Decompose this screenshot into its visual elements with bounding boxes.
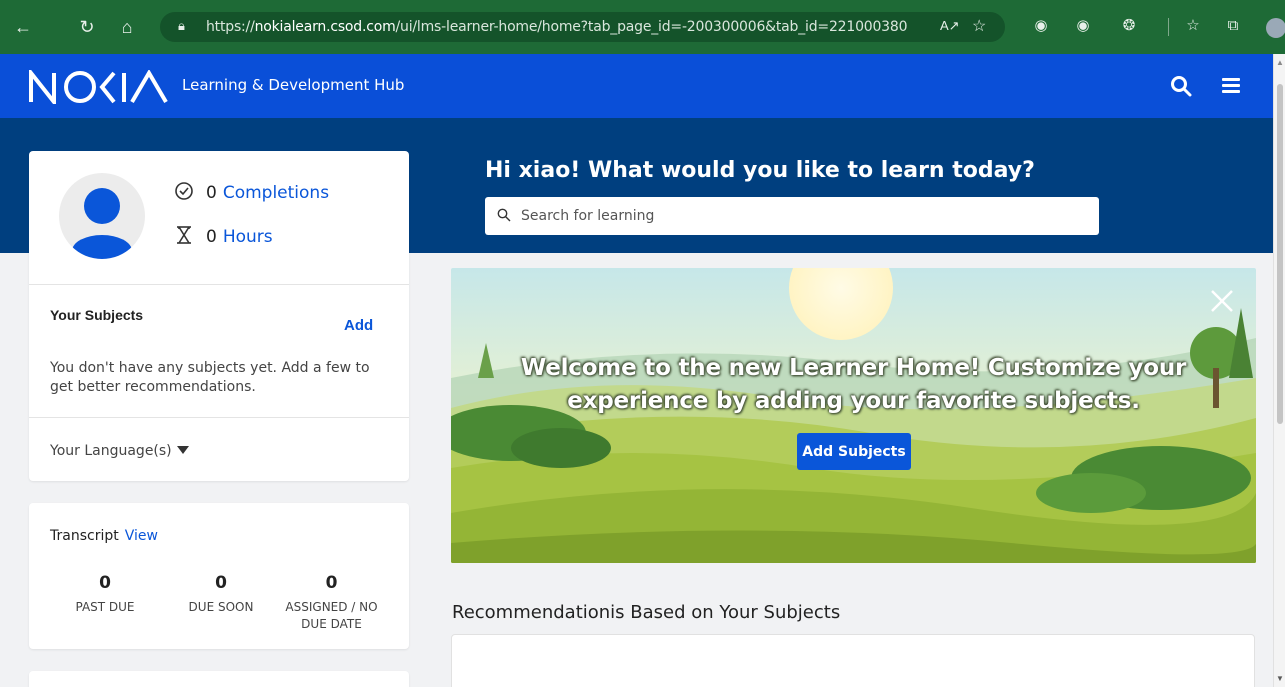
completions-link[interactable]: Completions bbox=[223, 183, 329, 203]
back-icon[interactable]: ← bbox=[12, 16, 34, 38]
due-soon-count: 0 bbox=[215, 573, 227, 593]
banner-message: Welcome to the new Learner Home! Customi… bbox=[520, 355, 1187, 414]
past-due-label: PAST DUE bbox=[75, 600, 135, 614]
assigned-label: ASSIGNED / NO DUE DATE bbox=[285, 600, 378, 631]
page-scrollbar[interactable]: ▲ ▼ bbox=[1273, 54, 1285, 687]
hub-title: Learning & Development Hub bbox=[182, 76, 405, 94]
collections-icon[interactable]: ⧉ bbox=[1222, 15, 1244, 37]
due-soon-label: DUE SOON bbox=[188, 600, 254, 614]
divider bbox=[29, 417, 409, 418]
menu-icon[interactable] bbox=[1222, 76, 1244, 96]
check-circle-icon bbox=[175, 182, 193, 200]
hourglass-icon bbox=[177, 226, 191, 244]
home-icon[interactable]: ⌂ bbox=[116, 16, 138, 38]
app-header: Learning & Development Hub bbox=[0, 54, 1273, 118]
scroll-up-icon[interactable]: ▲ bbox=[1276, 58, 1284, 67]
assigned-stat[interactable]: 0 ASSIGNED / NO DUE DATE bbox=[274, 573, 389, 633]
search-icon bbox=[497, 208, 511, 222]
due-soon-stat[interactable]: 0 DUE SOON bbox=[181, 573, 261, 616]
welcome-banner: Welcome to the new Learner Home! Customi… bbox=[451, 268, 1256, 563]
language-label: Your Language(s) bbox=[50, 443, 172, 459]
past-due-stat[interactable]: 0 PAST DUE bbox=[74, 573, 136, 616]
extension-icon-2[interactable]: ◉ bbox=[1072, 15, 1094, 37]
learning-search[interactable] bbox=[485, 197, 1099, 235]
subjects-empty-text: You don't have any subjects yet. Add a f… bbox=[50, 360, 370, 395]
past-due-count: 0 bbox=[99, 573, 111, 593]
caret-down-icon bbox=[176, 446, 189, 454]
user-icon bbox=[72, 188, 132, 259]
close-icon[interactable] bbox=[1207, 286, 1237, 316]
favorite-icon[interactable]: ☆ bbox=[972, 16, 986, 36]
read-aloud-icon[interactable]: A↗ bbox=[940, 18, 960, 34]
avatar[interactable] bbox=[59, 173, 145, 259]
url-text: https://nokialearn.csod.com/ui/lms-learn… bbox=[206, 19, 908, 35]
extension-icon[interactable]: ◉ bbox=[1030, 15, 1052, 37]
profile-card: 0 Completions 0 Hours Your Subjects Add Yo… bbox=[29, 151, 409, 481]
next-card bbox=[29, 671, 409, 687]
divider bbox=[29, 284, 409, 285]
completions-stat[interactable]: 0 Completions bbox=[174, 181, 329, 203]
transcript-title: Transcript View bbox=[50, 528, 158, 544]
search-input[interactable] bbox=[521, 205, 1081, 227]
transcript-label: Transcript bbox=[50, 528, 119, 544]
search-icon[interactable] bbox=[1170, 75, 1192, 97]
reload-icon[interactable]: ↻ bbox=[76, 16, 98, 38]
completions-count: 0 bbox=[206, 183, 217, 203]
toolbar-separator bbox=[1168, 18, 1169, 36]
address-bar[interactable]: 🔒︎ https://nokialearn.csod.com/ui/lms-le… bbox=[160, 12, 1005, 42]
transcript-view-link[interactable]: View bbox=[125, 528, 158, 544]
add-subjects-link[interactable]: Add bbox=[344, 317, 373, 334]
language-dropdown[interactable]: Your Language(s) bbox=[50, 443, 189, 459]
scroll-thumb[interactable] bbox=[1277, 84, 1283, 424]
hours-stat[interactable]: 0 Hours bbox=[174, 225, 273, 247]
lock-icon: 🔒︎ bbox=[178, 18, 185, 33]
favorites-icon[interactable]: ☆ bbox=[1182, 15, 1204, 37]
hours-link[interactable]: Hours bbox=[223, 227, 273, 247]
greeting-heading: Hi xiao! What would you like to learn to… bbox=[485, 158, 1035, 183]
extensions-puzzle-icon[interactable]: ❂ bbox=[1118, 15, 1140, 37]
recommendations-title: Recommendationis Based on Your Subjects bbox=[452, 602, 841, 623]
assigned-count: 0 bbox=[325, 573, 338, 593]
subjects-title: Your Subjects bbox=[50, 307, 144, 323]
transcript-card: Transcript View 0 PAST DUE 0 DUE SOON 0 A… bbox=[29, 503, 409, 649]
nokia-logo[interactable] bbox=[28, 70, 170, 104]
hours-count: 0 bbox=[206, 227, 217, 247]
recommendations-card bbox=[451, 634, 1255, 687]
browser-profile-avatar[interactable] bbox=[1266, 18, 1285, 38]
browser-toolbar: ← ↻ ⌂ 🔒︎ https://nokialearn.csod.com/ui/… bbox=[0, 0, 1285, 54]
add-subjects-button[interactable]: Add Subjects bbox=[797, 433, 911, 470]
scroll-down-icon[interactable]: ▼ bbox=[1276, 674, 1284, 683]
